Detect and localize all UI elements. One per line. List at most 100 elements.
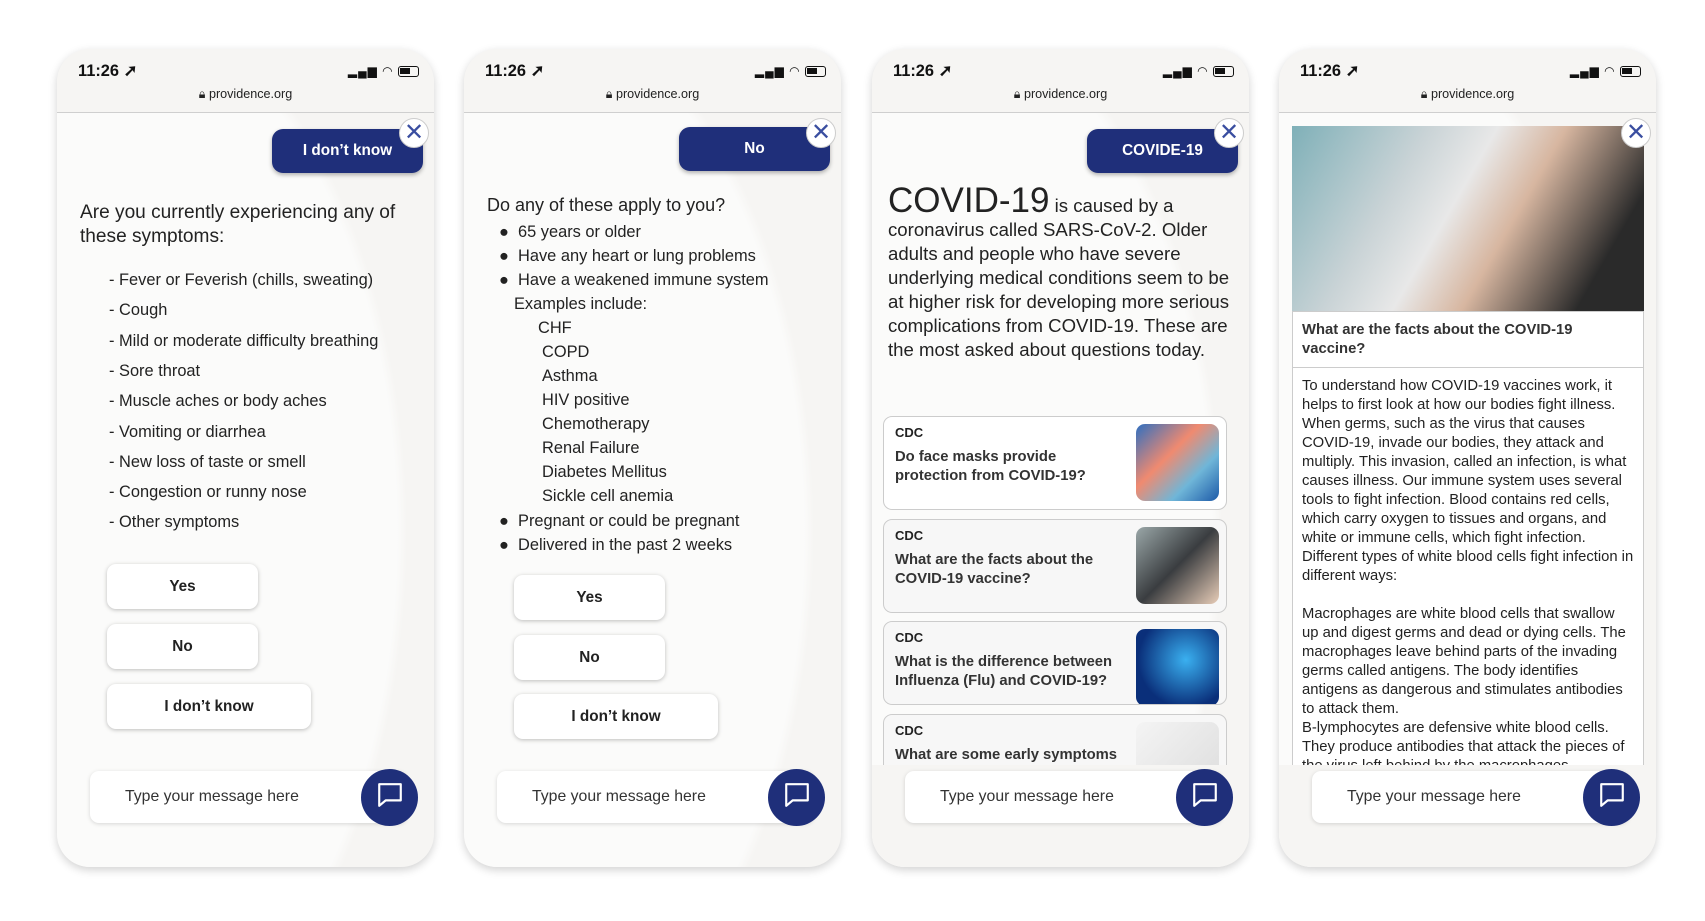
close-button[interactable]: ✕: [1621, 118, 1651, 148]
symptom-item: - Muscle aches or body aches: [109, 392, 327, 411]
phone-screen-3: 11:26 ➚ ▂▄▆ ◠ 🔒︎ providence.org COVIDE-19 ✕…: [872, 49, 1249, 867]
lock-icon: 🔒︎: [1013, 87, 1021, 101]
card-source: CDC: [895, 528, 924, 543]
status-bar: 11:26 ➚ ▂▄▆ ◠ 🔒︎ providence.org: [57, 49, 434, 113]
card-title: What are the facts about the COVID-19 va…: [895, 552, 1094, 587]
wifi-icon: ◠: [1197, 64, 1209, 78]
card-title: What is the difference between Influenza…: [895, 654, 1113, 689]
time-text: 11:26: [78, 62, 120, 80]
question-text: Are you currently experiencing any of th…: [80, 202, 396, 247]
article-title: What are the facts about the COVID-19 va…: [1293, 312, 1643, 368]
symptom-item: - Vomiting or diarrhea: [109, 422, 266, 441]
card-image-photo-vaccination: [1136, 527, 1219, 604]
url-text: providence.org: [1023, 87, 1108, 101]
message-input[interactable]: Type your message here: [497, 771, 814, 823]
card-source: CDC: [895, 723, 924, 738]
lock-icon: 🔒︎: [198, 87, 206, 101]
choice-button-yes[interactable]: Yes: [514, 575, 665, 620]
bullet-item: ● Have any heart or lung problems: [499, 247, 756, 266]
signal-icon: ▂▄▆: [347, 64, 378, 78]
url-text: providence.org: [615, 87, 700, 101]
article-body[interactable]: To understand how COVID-19 vaccines work…: [1293, 368, 1643, 785]
intro-text: COVID-19 is caused by a coronavirus call…: [888, 183, 1232, 362]
screens-row: 11:26 ➚ ▂▄▆ ◠ 🔒︎ providence.org I don’t kn…: [0, 0, 1705, 921]
message-input[interactable]: Type your message here: [905, 771, 1222, 823]
send-button[interactable]: [361, 769, 418, 826]
battery-icon: [1620, 66, 1641, 78]
battery-icon: [398, 66, 419, 78]
wifi-icon: ◠: [789, 64, 801, 78]
status-time: 11:26 ➚: [485, 61, 544, 81]
symptom-item: - Other symptoms: [109, 513, 240, 532]
time-text: 11:26: [893, 62, 935, 80]
symptom-item: - Congestion or runny nose: [109, 483, 307, 502]
message-input[interactable]: Type your message here: [1312, 771, 1629, 823]
intro-title: COVID-19: [888, 181, 1050, 220]
wifi-icon: ◠: [382, 64, 394, 78]
example-item: COPD: [542, 343, 590, 361]
phone-screen-1: 11:26 ➚ ▂▄▆ ◠ 🔒︎ providence.org I don’t kn…: [57, 49, 434, 867]
close-button[interactable]: ✕: [806, 118, 836, 148]
chat-icon: [1598, 781, 1626, 814]
location-arrow-icon: ➚: [530, 62, 545, 80]
choice-button-no[interactable]: No: [514, 635, 665, 680]
example-item: HIV positive: [542, 391, 630, 409]
article-panel: What are the facts about the COVID-19 va…: [1292, 311, 1644, 825]
symptom-item: - Mild or moderate difficulty breathing: [109, 331, 379, 350]
bullet-item: ● 65 years or older: [499, 223, 641, 242]
message-input[interactable]: Type your message here: [90, 771, 407, 823]
url-bar[interactable]: 🔒︎ providence.org: [464, 87, 841, 102]
symptom-item: - Fever or Feverish (chills, sweating): [109, 271, 374, 289]
card-source: CDC: [895, 425, 924, 440]
bullet-item: ● Pregnant or could be pregnant: [499, 512, 739, 531]
card-title: Do face masks provide protection from CO…: [895, 449, 1086, 484]
article-paragraph: To understand how COVID-19 vaccines work…: [1302, 378, 1634, 584]
example-item: Sickle cell anemia: [542, 487, 674, 505]
choice-button-idk[interactable]: I don’t know: [107, 684, 311, 729]
status-time: 11:26 ➚: [1300, 61, 1359, 81]
phone-screen-2: 11:26 ➚ ▂▄▆ ◠ 🔒︎ providence.org No ✕ Do any …: [464, 49, 841, 867]
location-arrow-icon: ➚: [123, 62, 138, 80]
symptom-item: - New loss of taste or smell: [109, 452, 306, 471]
examples-label: Examples include:: [514, 295, 648, 313]
card-image-illustration-people-masks: [1136, 424, 1219, 501]
send-button[interactable]: [768, 769, 825, 826]
article-paragraph: Macrophages are white blood cells that s…: [1302, 606, 1626, 717]
article-card[interactable]: CDC What is the difference between Influe…: [883, 621, 1227, 705]
time-text: 11:26: [1300, 62, 1342, 80]
close-button[interactable]: ✕: [1214, 118, 1244, 148]
url-bar[interactable]: 🔒︎ providence.org: [1279, 87, 1656, 102]
location-arrow-icon: ➚: [938, 62, 953, 80]
status-time: 11:26 ➚: [78, 61, 137, 81]
bullet-text: Pregnant or could be pregnant: [518, 512, 740, 530]
example-item: Chemotherapy: [542, 415, 650, 433]
lock-icon: 🔒︎: [1420, 87, 1428, 101]
article-card[interactable]: CDC What are the facts about the COVID-19…: [883, 519, 1227, 613]
question-text: Do any of these apply to you?: [487, 195, 726, 215]
bullet-icon: ●: [499, 536, 509, 554]
chat-icon: [783, 781, 811, 814]
status-bar: 11:26 ➚ ▂▄▆ ◠ 🔒︎ providence.org: [464, 49, 841, 113]
choice-button-idk[interactable]: I don’t know: [514, 694, 718, 739]
status-bar: 11:26 ➚ ▂▄▆ ◠ 🔒︎ providence.org: [1279, 49, 1656, 113]
url-text: providence.org: [208, 87, 293, 101]
url-bar[interactable]: 🔒︎ providence.org: [57, 87, 434, 102]
signal-icon: ▂▄▆: [754, 64, 785, 78]
phone-screen-4: 11:26 ➚ ▂▄▆ ◠ 🔒︎ providence.org ✕ What are …: [1279, 49, 1656, 867]
chat-icon: [376, 781, 404, 814]
bullet-item: ● Have a weakened immune system: [499, 271, 769, 290]
time-text: 11:26: [485, 62, 527, 80]
signal-icon: ▂▄▆: [1162, 64, 1193, 78]
send-button[interactable]: [1176, 769, 1233, 826]
choice-button-yes[interactable]: Yes: [107, 564, 258, 609]
url-bar[interactable]: 🔒︎ providence.org: [872, 87, 1249, 102]
send-button[interactable]: [1583, 769, 1640, 826]
card-image-photo-virus: [1136, 629, 1219, 704]
battery-icon: [805, 66, 826, 78]
article-image-vaccination: [1292, 126, 1644, 312]
article-card[interactable]: CDC Do face masks provide protection from…: [883, 416, 1227, 510]
choice-button-no[interactable]: No: [107, 624, 258, 669]
close-button[interactable]: ✕: [399, 118, 429, 148]
status-icons: ▂▄▆ ◠: [755, 64, 826, 78]
bullet-text: Have any heart or lung problems: [518, 247, 756, 265]
